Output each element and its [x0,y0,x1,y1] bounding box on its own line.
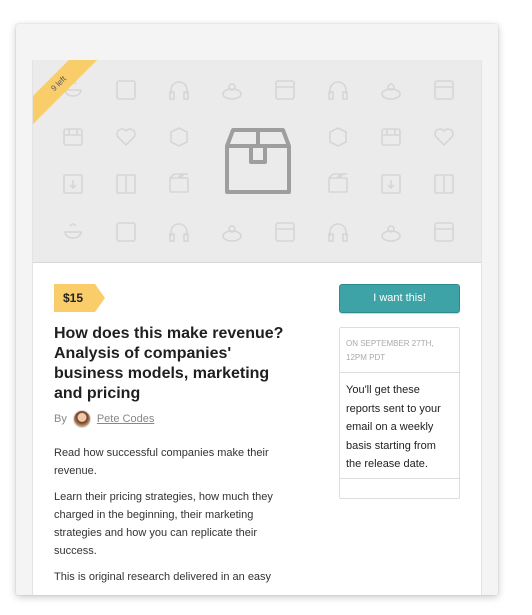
description-paragraph: This is original research delivered in a… [54,571,272,583]
product-title: How does this make revenue? Analysis of … [54,325,284,402]
product-card: 9 left $15 How does this make revenue? A… [32,60,482,595]
release-info-box: ON SEPTEMBER 27TH, 12PM PDT You'll get t… [339,327,460,499]
release-date: ON SEPTEMBER 27TH, 12PM PDT [340,328,459,373]
package-box-icon [225,128,291,194]
description-paragraph: Learn their pricing strategies, how much… [54,491,273,557]
price-tag: $15 [54,284,106,312]
price-tag-tail [95,284,106,312]
description-paragraph: Read how successful companies make their… [54,447,269,477]
page-frame: 9 left $15 How does this make revenue? A… [16,24,498,595]
by-label: By [54,413,67,425]
product-description: Read how successful companies make their… [54,444,292,594]
avatar[interactable] [72,410,91,428]
i-want-this-button[interactable]: I want this! [339,284,460,313]
release-info-text: You'll get these reports sent to your em… [340,373,459,479]
author-link[interactable]: Pete Codes [97,413,154,425]
byline: By Pete Codes [54,410,154,428]
product-cover: 9 left [33,60,481,263]
price-value: $15 [63,291,84,305]
